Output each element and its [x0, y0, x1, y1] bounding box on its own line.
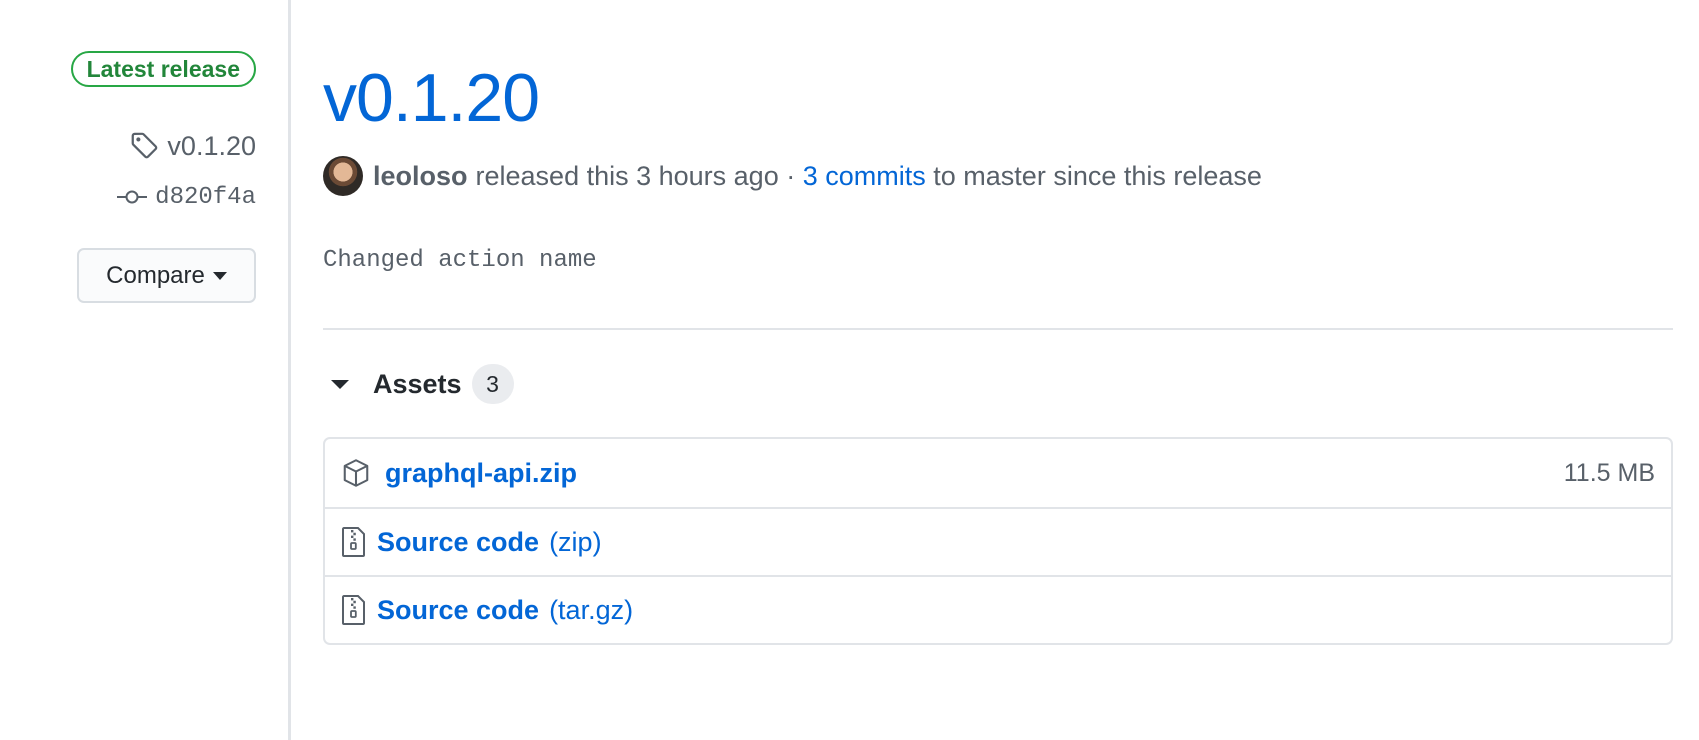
asset-row[interactable]: graphql-api.zip 11.5 MB [325, 439, 1671, 507]
released-text: released this 3 hours ago · [475, 160, 796, 191]
package-icon [343, 459, 369, 487]
source-code-targz-link[interactable]: Source code [377, 595, 539, 626]
release-sidebar: Latest release v0.1.20 d820f4a Compare [0, 0, 290, 740]
tag-label: v0.1.20 [167, 130, 256, 161]
asset-link[interactable]: graphql-api.zip [385, 458, 577, 489]
assets-count-badge: 3 [471, 364, 514, 404]
sidebar-divider [288, 0, 291, 740]
release-page: Latest release v0.1.20 d820f4a Compare v… [0, 0, 1699, 740]
tag-icon [132, 132, 158, 159]
assets-toggle[interactable]: Assets 3 [331, 364, 514, 404]
commits-link[interactable]: 3 commits [803, 161, 926, 192]
asset-ext[interactable]: (zip) [549, 527, 602, 558]
since-text: to master since this release [933, 160, 1262, 191]
author-link[interactable]: leoloso [373, 161, 468, 192]
asset-ext[interactable]: (tar.gz) [549, 595, 633, 626]
assets-list: graphql-api.zip 11.5 MB Source code (zip… [323, 437, 1673, 645]
git-commit-icon [117, 190, 148, 204]
divider [323, 328, 1673, 330]
latest-release-badge: Latest release [70, 51, 256, 87]
compare-button[interactable]: Compare [77, 248, 256, 303]
author-avatar[interactable] [323, 156, 363, 196]
commit-link[interactable]: d820f4a [117, 180, 256, 214]
source-code-zip-link[interactable]: Source code [377, 527, 539, 558]
commit-sha: d820f4a [155, 183, 256, 211]
caret-down-icon [212, 271, 227, 280]
release-meta: leoloso released this 3 hours ago · 3 co… [323, 156, 1262, 196]
asset-row[interactable]: Source code (zip) [325, 507, 1671, 575]
tag-link[interactable]: v0.1.20 [129, 128, 256, 164]
release-title[interactable]: v0.1.20 [323, 58, 540, 138]
assets-label: Assets [373, 368, 462, 399]
file-zip-icon [342, 527, 365, 557]
asset-size: 11.5 MB [1563, 458, 1655, 487]
file-zip-icon [342, 595, 365, 625]
triangle-down-icon [331, 379, 349, 389]
compare-label: Compare [106, 261, 205, 289]
release-body: Changed action name [323, 247, 597, 274]
asset-row[interactable]: Source code (tar.gz) [325, 575, 1671, 643]
